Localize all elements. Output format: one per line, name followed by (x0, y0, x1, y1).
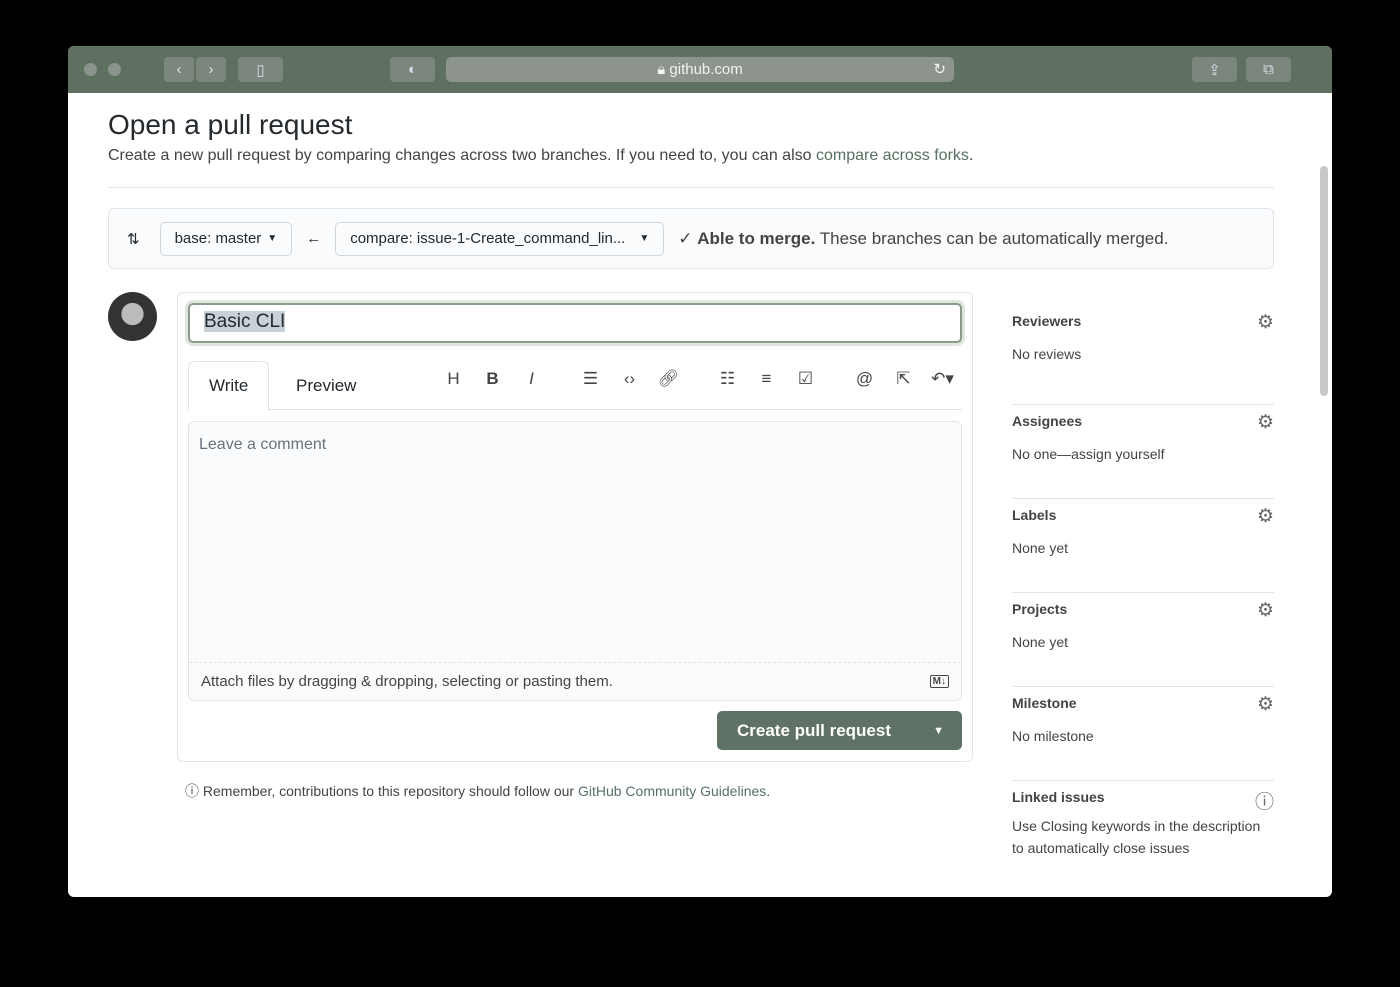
guidelines-link[interactable]: GitHub Community Guidelines (578, 783, 766, 799)
compare-bar: ⇅ base: master ▼ ← compare: issue-1-Creat… (108, 208, 1274, 269)
attach-files[interactable]: Attach files by dragging & dropping, sel… (189, 662, 961, 700)
assignees-value[interactable]: No one—assign yourself (1012, 443, 1274, 465)
compare-icon: ⇅ (127, 230, 140, 248)
base-branch-select[interactable]: base: master ▼ (159, 221, 293, 256)
linked-issues-heading: Linked issues (1012, 789, 1105, 805)
quote-icon[interactable]: ☰ (571, 369, 610, 389)
gear-icon[interactable]: ⚙ (1257, 505, 1274, 528)
heading-icon[interactable]: H (434, 369, 473, 389)
tab-preview[interactable]: Preview (276, 361, 376, 411)
projects-heading: Projects (1012, 601, 1068, 617)
linked-issues-value: Use Closing keywords in the description … (1012, 818, 1261, 856)
close-dot[interactable] (84, 63, 97, 76)
tab-write[interactable]: Write (188, 361, 270, 411)
guidelines-note: ⓘ Remember, contributions to this reposi… (185, 781, 770, 801)
minimize-dot[interactable] (108, 63, 121, 76)
sidebar-assignees: Assignees ⚙ No one—assign yourself (1012, 405, 1274, 499)
assignees-heading: Assignees (1012, 413, 1083, 429)
task-list-icon[interactable]: ☑ (786, 369, 825, 389)
sidebar-linked-issues: Linked issues ⓘ Use Closing keywords in th… (1012, 781, 1274, 859)
caret-down-icon: ▼ (267, 233, 278, 244)
shield-icon[interactable]: ◐ (390, 57, 435, 82)
create-pull-request-button[interactable]: Create pull request ▼ (717, 711, 962, 750)
projects-value: None yet (1012, 634, 1069, 650)
numbered-list-icon[interactable]: ≡ (747, 369, 786, 389)
note-end: . (766, 783, 771, 799)
code-icon[interactable]: ‹› (610, 369, 649, 389)
subtitle-end: . (968, 147, 974, 164)
italic-icon[interactable]: I (512, 369, 551, 389)
subtitle-text: Create a new pull request by comparing c… (108, 147, 816, 164)
labels-value: None yet (1012, 540, 1069, 556)
compare-branch-select[interactable]: compare: issue-1-Create_command_lin... ▼ (335, 221, 665, 256)
browser-toolbar: ‹ › ▯ ◐ 🔒︎ github.com ↻ ⇪ ⧉ (68, 46, 1332, 93)
reviewers-value: No reviews (1012, 346, 1082, 362)
sidebar-projects: Projects ⚙ None yet (1012, 593, 1274, 687)
milestone-value: No milestone (1012, 728, 1094, 744)
sidebar-icon[interactable]: ▯ (238, 57, 283, 82)
merge-text: These branches can be automatically merg… (819, 228, 1169, 248)
mention-icon[interactable]: @ (845, 369, 884, 389)
browser-window: ‹ › ▯ ◐ 🔒︎ github.com ↻ ⇪ ⧉ Open a pull r… (68, 46, 1332, 897)
reviewers-heading: Reviewers (1012, 313, 1082, 329)
cross-reference-icon[interactable]: ⇱ (884, 369, 923, 389)
comment-placeholder: Leave a comment (199, 436, 327, 453)
sidebar-labels: Labels ⚙ None yet (1012, 499, 1274, 593)
page-subtitle: Create a new pull request by comparing c… (108, 147, 1274, 188)
sidebar: Reviewers ⚙ No reviews Assignees ⚙ No one—as… (1012, 311, 1274, 859)
bullet-list-icon[interactable]: ☷ (708, 369, 747, 389)
page-title: Open a pull request (108, 109, 353, 140)
sidebar-milestone: Milestone ⚙ No milestone (1012, 687, 1274, 781)
bold-icon[interactable]: B (473, 369, 512, 389)
gear-icon[interactable]: ⚙ (1257, 599, 1274, 622)
labels-heading: Labels (1012, 507, 1057, 523)
back-icon[interactable]: ‹ (164, 57, 194, 82)
lock-icon: 🔒︎ (657, 61, 666, 78)
note-text: Remember, contributions to this reposito… (202, 783, 578, 799)
merge-status: ✓ Able to merge. These branches can be a… (678, 229, 1168, 249)
check-icon: ✓ (678, 228, 693, 248)
info-icon: ⓘ (185, 783, 199, 799)
url-text: github.com (669, 61, 743, 78)
share-icon[interactable]: ⇪ (1192, 57, 1237, 82)
gear-icon[interactable]: ⚙ (1257, 693, 1274, 716)
editor-tabs: Write Preview H B I ☰ ‹› 🔗︎ ☷ ≡ ☑ @ ⇱ ↶▾ (188, 361, 962, 411)
address-bar[interactable]: 🔒︎ github.com ↻ (446, 57, 954, 82)
milestone-heading: Milestone (1012, 695, 1077, 711)
arrow-left-icon: ← (306, 230, 322, 247)
tabs-icon[interactable]: ⧉ (1246, 57, 1291, 82)
sidebar-reviewers: Reviewers ⚙ No reviews (1012, 311, 1274, 405)
compare-label: compare: issue-1-Create_command_lin... (350, 230, 626, 247)
scrollbar[interactable] (1320, 166, 1328, 396)
title-value: Basic CLI (204, 311, 286, 332)
forward-icon[interactable]: › (196, 57, 226, 82)
merge-bold: Able to merge. (697, 228, 816, 248)
link-icon[interactable]: 🔗︎ (649, 369, 688, 389)
submit-label: Create pull request (737, 720, 891, 740)
avatar[interactable] (108, 292, 157, 341)
info-icon[interactable]: ⓘ (1255, 787, 1274, 814)
gear-icon[interactable]: ⚙ (1257, 311, 1274, 334)
gear-icon[interactable]: ⚙ (1257, 411, 1274, 434)
reply-icon[interactable]: ↶▾ (923, 369, 962, 389)
comment-textarea[interactable]: Leave a comment Attach files by dragging… (188, 421, 962, 701)
markdown-icon[interactable]: M↓ (929, 675, 949, 688)
attach-text: Attach files by dragging & dropping, sel… (201, 673, 613, 690)
reload-icon[interactable]: ↻ (933, 60, 946, 78)
title-input[interactable]: Basic CLI (188, 303, 962, 343)
compare-forks-link[interactable]: compare across forks (816, 147, 969, 164)
caret-down-icon[interactable]: ▼ (933, 725, 944, 737)
pr-form: Basic CLI Write Preview H B I ☰ ‹› 🔗︎ ☷ ≡ ☑ @ ⇱ ↶▾ … (177, 292, 973, 762)
caret-down-icon: ▼ (639, 233, 650, 244)
format-toolbar: H B I ☰ ‹› 🔗︎ ☷ ≡ ☑ @ ⇱ ↶▾ (434, 369, 962, 389)
base-label: base: master (174, 230, 262, 247)
